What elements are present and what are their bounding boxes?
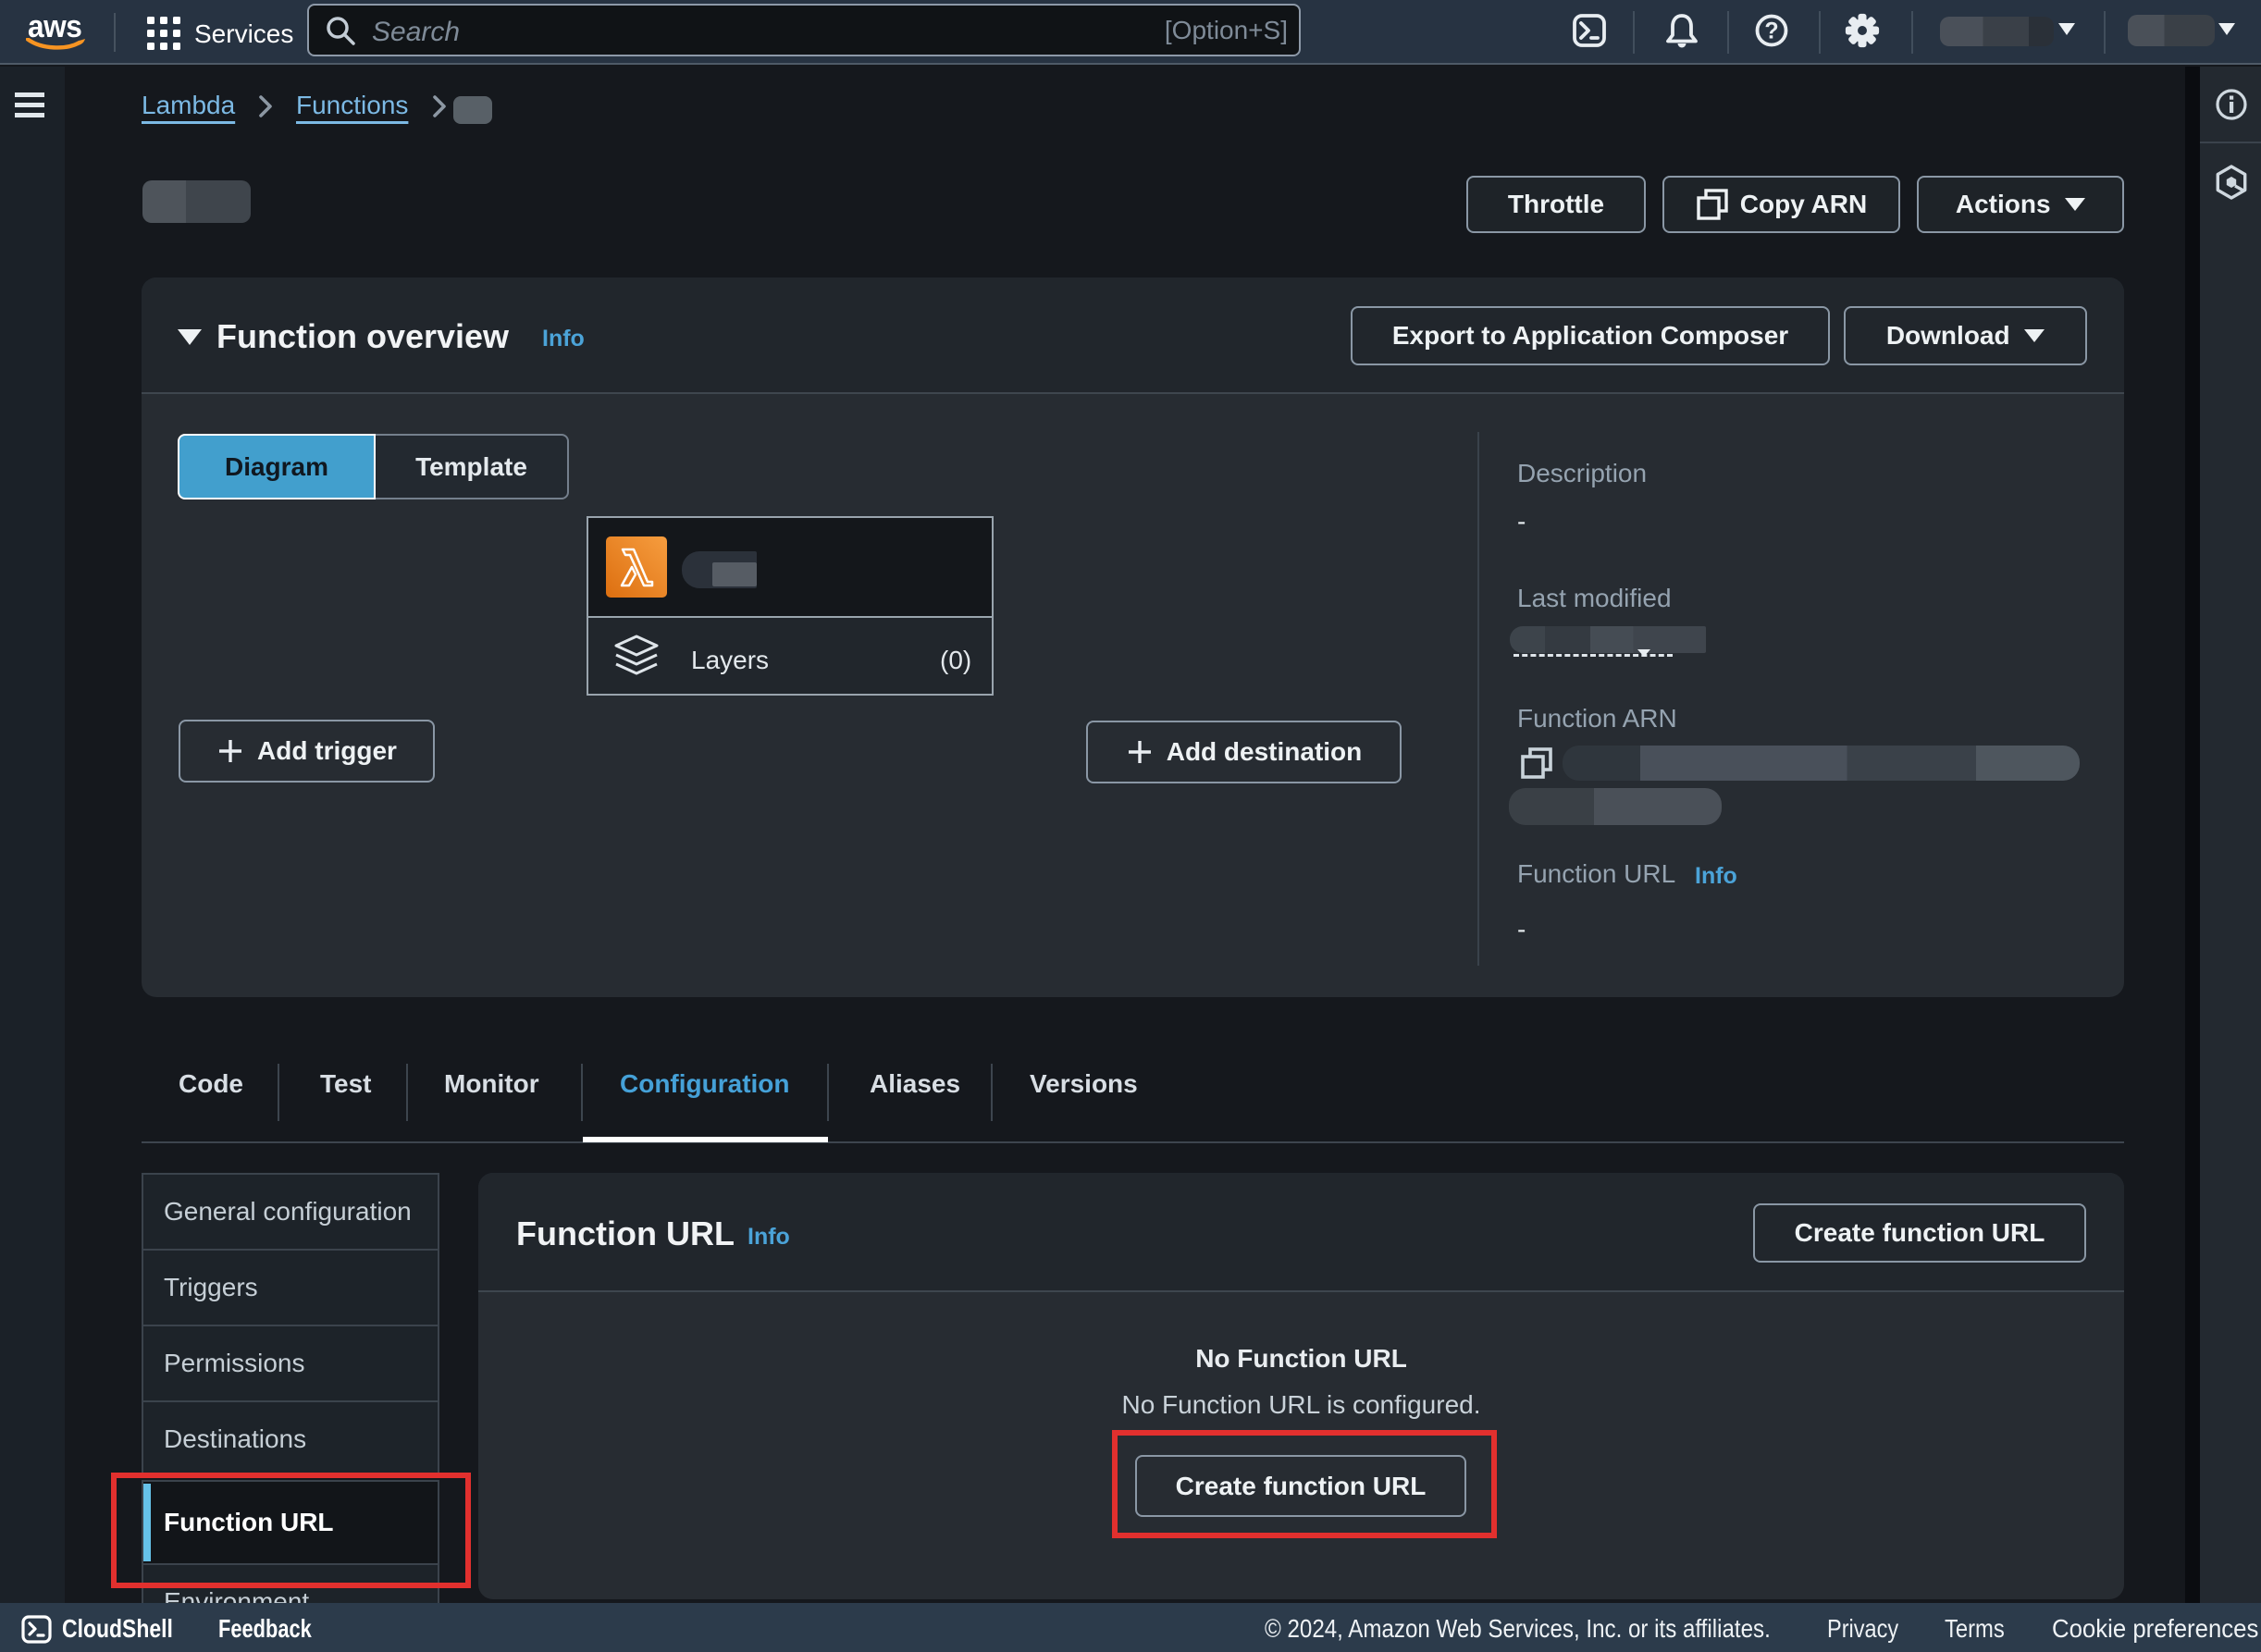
svg-text:?: ? — [1764, 18, 1778, 44]
